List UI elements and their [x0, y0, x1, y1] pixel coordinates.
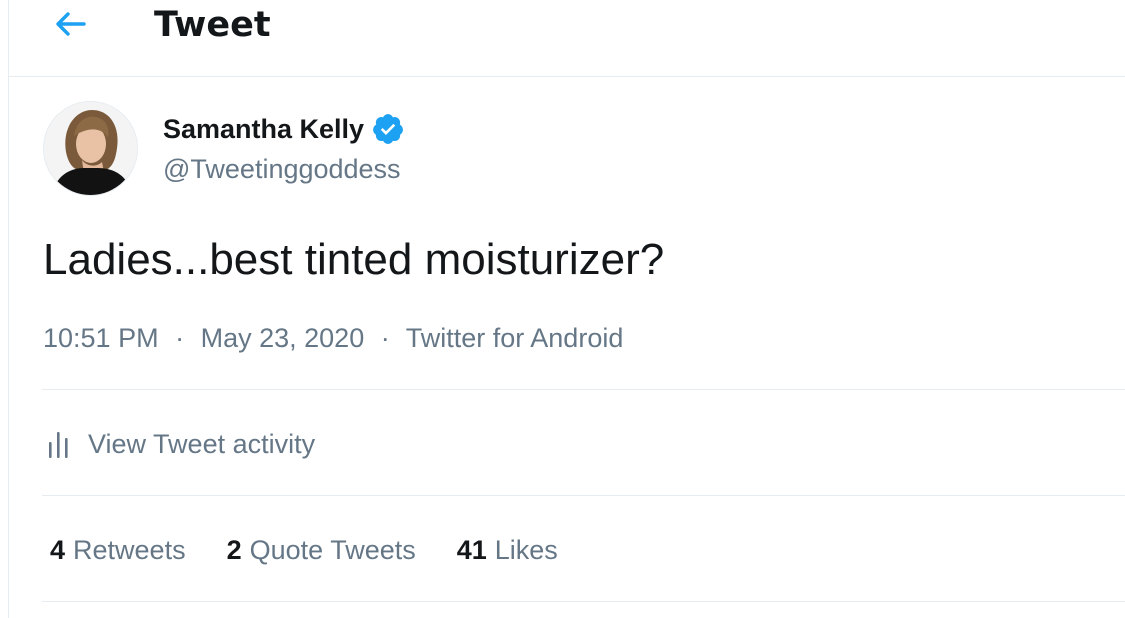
tweet-source[interactable]: Twitter for Android	[406, 323, 624, 353]
divider	[42, 389, 1125, 390]
tweet-meta: 10:51 PM · May 23, 2020 · Twitter for An…	[43, 320, 623, 356]
meta-separator: ·	[175, 323, 185, 353]
avatar[interactable]	[43, 101, 138, 196]
timeline-border	[8, 0, 9, 618]
quote-tweets-label: Quote Tweets	[249, 535, 416, 565]
divider	[42, 601, 1125, 602]
likes-count: 41	[456, 535, 487, 565]
likes-label: Likes	[494, 535, 558, 565]
tweet-date[interactable]: May 23, 2020	[201, 323, 365, 353]
author-name[interactable]: Samantha Kelly	[163, 112, 364, 146]
view-tweet-activity-label[interactable]: View Tweet activity	[88, 426, 315, 462]
meta-separator: ·	[380, 323, 390, 353]
view-tweet-activity-link[interactable]: View Tweet activity	[46, 424, 315, 464]
likes-stat[interactable]: 41 Likes	[457, 532, 558, 568]
page-header: Tweet	[9, 0, 1125, 77]
back-button[interactable]	[49, 2, 93, 46]
bar-chart-icon	[46, 428, 74, 460]
retweets-stat[interactable]: 4 Retweets	[50, 532, 186, 568]
page-title: Tweet	[154, 5, 271, 45]
author-handle[interactable]: @Tweetinggoddess	[163, 152, 401, 186]
quote-tweets-stat[interactable]: 2 Quote Tweets	[227, 532, 416, 568]
quote-tweets-count: 2	[226, 535, 242, 565]
verified-badge-icon	[371, 112, 405, 146]
tweet-text: Ladies...best tinted moisturizer?	[43, 235, 665, 284]
author-name-row[interactable]: Samantha Kelly	[163, 111, 405, 147]
tweet-time[interactable]: 10:51 PM	[43, 323, 159, 353]
divider	[42, 495, 1125, 496]
tweet-stats: 4 Retweets 2 Quote Tweets 41 Likes	[50, 530, 558, 570]
retweets-count: 4	[50, 535, 66, 565]
arrow-left-icon	[56, 12, 86, 36]
retweets-label: Retweets	[73, 535, 186, 565]
profile-photo	[44, 102, 137, 195]
